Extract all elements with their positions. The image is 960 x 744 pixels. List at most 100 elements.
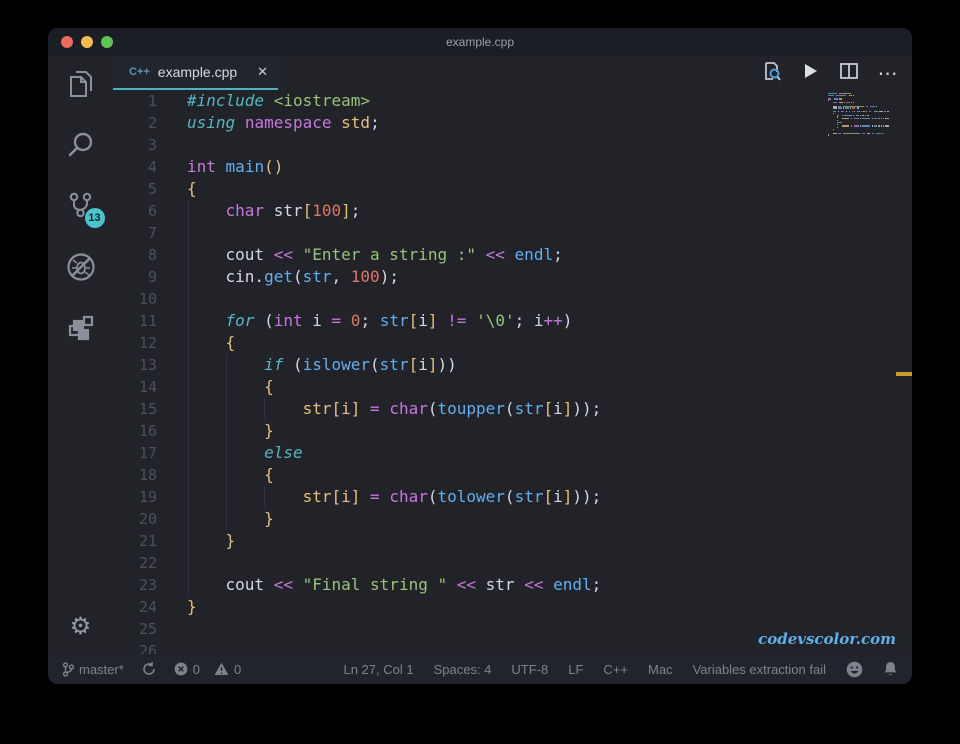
code-line[interactable]: 23 cout << "Final string " << str << end… — [113, 574, 912, 596]
bell-icon — [883, 661, 898, 677]
indentation-status[interactable]: Spaces: 4 — [434, 662, 492, 677]
code-line[interactable]: 17 else — [113, 442, 912, 464]
site-watermark: codevscolor.com — [758, 630, 896, 648]
editor-actions: ⋯ — [759, 56, 912, 90]
code-text: } — [264, 509, 274, 528]
language-mode-status[interactable]: C++ — [603, 662, 628, 677]
code-text: else — [264, 443, 303, 462]
line-number: 18 — [138, 466, 157, 484]
line-number: 11 — [138, 312, 157, 330]
encoding-status[interactable]: UTF-8 — [511, 662, 548, 677]
tab-example-cpp[interactable]: C++ example.cpp ✕ — [113, 56, 278, 90]
git-branch-status[interactable]: master* — [62, 662, 124, 677]
files-icon — [66, 68, 96, 100]
line-number: 3 — [147, 136, 157, 154]
open-changes-search-button[interactable] — [759, 61, 783, 85]
line-number: 7 — [147, 224, 157, 242]
search-icon — [66, 130, 96, 160]
sidebar-item-extensions[interactable] — [57, 304, 105, 352]
problems-status[interactable]: 0 0 — [174, 662, 241, 677]
window-title: example.cpp — [445, 35, 515, 49]
line-number: 15 — [138, 400, 157, 418]
branch-icon — [62, 661, 74, 677]
ellipsis-icon: ⋯ — [877, 61, 899, 85]
line-number: 2 — [147, 114, 157, 132]
indent-guide — [226, 354, 227, 530]
tab-close-icon[interactable]: ✕ — [257, 64, 268, 80]
status-bar: master* 0 0 Ln 27, Col 1 Spaces: 4 UTF-8… — [48, 654, 912, 684]
sidebar-item-debug-disabled[interactable] — [57, 243, 105, 291]
smiley-icon — [846, 661, 863, 678]
tab-bar: C++ example.cpp ✕ ⋯ — [113, 56, 912, 90]
cursor-position-status[interactable]: Ln 27, Col 1 — [343, 662, 413, 677]
eol-status[interactable]: LF — [568, 662, 583, 677]
code-line[interactable]: 16 } — [113, 420, 912, 442]
line-number: 13 — [138, 356, 157, 374]
zoom-window-button[interactable] — [101, 36, 113, 48]
line-number: 19 — [138, 488, 157, 506]
code-line[interactable]: 20 } — [113, 508, 912, 530]
branch-label: master* — [79, 661, 124, 677]
mode-status[interactable]: Mac — [648, 662, 673, 677]
code-line[interactable]: 6 char str[100]; — [113, 200, 912, 222]
title-bar: example.cpp — [48, 28, 912, 56]
code-line[interactable]: 14 { — [113, 376, 912, 398]
line-number: 20 — [138, 510, 157, 528]
code-line[interactable]: 10 — [113, 288, 912, 310]
minimize-window-button[interactable] — [81, 36, 93, 48]
code-line[interactable]: 5{ — [113, 178, 912, 200]
notifications-button[interactable] — [883, 661, 898, 677]
line-number: 14 — [138, 378, 157, 396]
code-line[interactable]: 13 if (islower(str[i])) — [113, 354, 912, 376]
tab-label: example.cpp — [157, 64, 238, 80]
sidebar-item-explorer[interactable] — [57, 60, 105, 108]
code-line[interactable]: 2 using namespace std; — [113, 112, 912, 134]
line-number: 1 — [147, 92, 157, 110]
code-line[interactable]: 21 } — [113, 530, 912, 552]
code-line[interactable]: 24} — [113, 596, 912, 618]
code-editor[interactable]: 1 #include <iostream> 2 using namespace std… — [113, 90, 912, 654]
code-line[interactable]: 12 { — [113, 332, 912, 354]
line-number: 9 — [147, 268, 157, 286]
code-line[interactable]: 11 for (int i = 0; str[i] != '\0'; i++) — [113, 310, 912, 332]
line-number: 22 — [138, 554, 157, 572]
code-line[interactable]: 7 — [113, 222, 912, 244]
split-editor-button[interactable] — [837, 61, 861, 85]
code-line[interactable]: 8 cout << "Enter a string :" << endl; — [113, 244, 912, 266]
code-text: cout << "Final string " << str << endl; — [187, 575, 602, 594]
code-line[interactable]: 19 str[i] = char(tolower(str[i])); — [113, 486, 912, 508]
run-button[interactable] — [798, 61, 822, 85]
code-line[interactable]: 18 { — [113, 464, 912, 486]
cpp-file-icon: C++ — [129, 66, 150, 78]
code-line[interactable]: 1 #include <iostream> — [113, 90, 912, 112]
minimap[interactable] — [828, 93, 889, 140]
code-line[interactable]: 9 cin.get(str, 100); — [113, 266, 912, 288]
settings-gear-icon[interactable]: ⚙ — [70, 614, 92, 638]
line-number: 4 — [147, 158, 157, 176]
indent-guide — [264, 398, 265, 420]
close-window-button[interactable] — [61, 36, 73, 48]
line-number: 16 — [138, 422, 157, 440]
sidebar-item-source-control[interactable]: 13 — [57, 182, 105, 230]
code-text: for (int i = 0; str[i] != '\0'; i++) — [225, 311, 573, 330]
code-text: using namespace std; — [187, 113, 380, 132]
more-actions-button[interactable]: ⋯ — [876, 61, 900, 85]
split-editor-icon — [839, 61, 859, 86]
feedback-button[interactable] — [846, 661, 863, 678]
vscode-window: example.cpp 13 ⚙ C++ example.cpp ✕ ⋯ 1 #… — [48, 28, 912, 684]
code-text: } — [225, 531, 236, 550]
code-line[interactable]: 3 — [113, 134, 912, 156]
line-number: 24 — [138, 598, 157, 616]
extension-message-status[interactable]: Variables extraction fail — [693, 662, 826, 677]
code-text: { — [225, 333, 236, 352]
sidebar-item-search[interactable] — [57, 121, 105, 169]
code-text: } — [264, 421, 274, 440]
code-line[interactable]: 22 — [113, 552, 912, 574]
code-text: #include <iostream> — [187, 91, 371, 110]
code-line[interactable]: 4 int main() — [113, 156, 912, 178]
editor-group: C++ example.cpp ✕ ⋯ 1 #include <iostream… — [113, 56, 912, 654]
sync-button[interactable] — [142, 662, 156, 676]
code-line[interactable]: 15 str[i] = char(toupper(str[i])); — [113, 398, 912, 420]
line-number: 5 — [147, 180, 157, 198]
activity-bar: 13 ⚙ — [48, 56, 113, 654]
